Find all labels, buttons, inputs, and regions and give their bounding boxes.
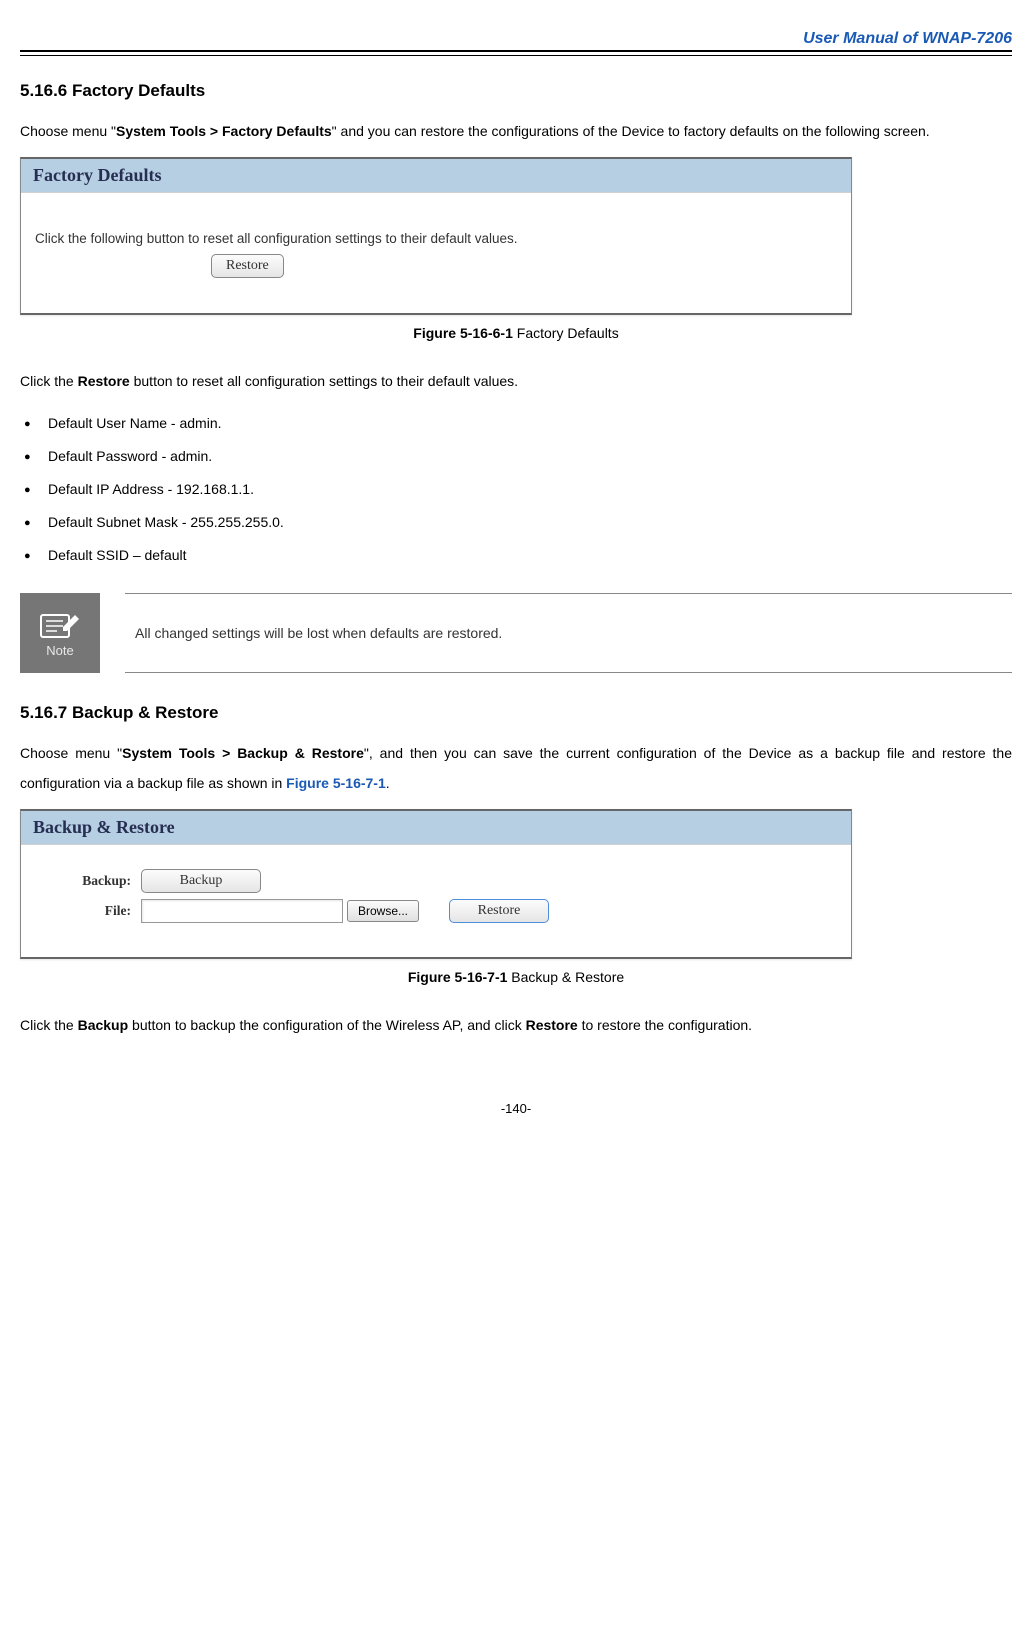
section-heading-factory-defaults: 5.16.6 Factory Defaults bbox=[20, 81, 1012, 101]
panel-title: Factory Defaults bbox=[21, 159, 851, 193]
figure-number: Figure 5-16-6-1 bbox=[413, 325, 513, 341]
defaults-list: Default User Name - admin. Default Passw… bbox=[20, 407, 1012, 573]
list-item: Default IP Address - 192.168.1.1. bbox=[20, 473, 1012, 506]
menu-path: System Tools > Factory Defaults bbox=[116, 123, 332, 139]
text: Click the bbox=[20, 373, 78, 389]
backup-row: Backup: Backup bbox=[31, 869, 841, 893]
backup-restore-panel: Backup & Restore Backup: Backup File: Br… bbox=[20, 809, 852, 959]
browse-button[interactable]: Browse... bbox=[347, 900, 419, 922]
header-divider bbox=[20, 50, 1012, 56]
section2-after: Click the Backup button to backup the co… bbox=[20, 1010, 1012, 1041]
figure-number: Figure 5-16-7-1 bbox=[408, 969, 508, 985]
text: Click the bbox=[20, 1017, 78, 1033]
figure-caption-2: Figure 5-16-7-1 Backup & Restore bbox=[20, 969, 1012, 985]
file-label: File: bbox=[31, 903, 141, 919]
text: Choose menu " bbox=[20, 123, 116, 139]
section-heading-backup-restore: 5.16.7 Backup & Restore bbox=[20, 703, 1012, 723]
restore-word: Restore bbox=[78, 373, 130, 389]
page-number: -140- bbox=[20, 1101, 1012, 1116]
text: " and you can restore the configurations… bbox=[332, 123, 930, 139]
manual-header-title: User Manual of WNAP-7206 bbox=[20, 30, 1012, 48]
figure-caption-1: Figure 5-16-6-1 Factory Defaults bbox=[20, 325, 1012, 341]
note-text: All changed settings will be lost when d… bbox=[125, 593, 1012, 673]
list-item: Default Subnet Mask - 255.255.255.0. bbox=[20, 506, 1012, 539]
list-item: Default Password - admin. bbox=[20, 440, 1012, 473]
note-block: Note All changed settings will be lost w… bbox=[20, 593, 1012, 673]
restore-button[interactable]: Restore bbox=[211, 254, 284, 278]
note-icon: Note bbox=[20, 593, 100, 673]
text: button to reset all configuration settin… bbox=[130, 373, 518, 389]
backup-label: Backup: bbox=[31, 873, 141, 889]
text: button to backup the configuration of th… bbox=[128, 1017, 525, 1033]
text: to restore the configuration. bbox=[578, 1017, 752, 1033]
backup-word: Backup bbox=[78, 1017, 129, 1033]
list-item: Default User Name - admin. bbox=[20, 407, 1012, 440]
file-input[interactable] bbox=[141, 899, 343, 923]
figure-title: Factory Defaults bbox=[513, 325, 619, 341]
figure-link[interactable]: Figure 5-16-7-1 bbox=[286, 775, 386, 791]
file-row: File: Browse... Restore bbox=[31, 899, 841, 923]
panel-title: Backup & Restore bbox=[21, 811, 851, 845]
backup-button[interactable]: Backup bbox=[141, 869, 261, 893]
text: Choose menu " bbox=[20, 745, 122, 761]
restore-word: Restore bbox=[526, 1017, 578, 1033]
restore-file-button[interactable]: Restore bbox=[449, 899, 549, 923]
menu-path: System Tools > Backup & Restore bbox=[122, 745, 364, 761]
section1-intro: Choose menu "System Tools > Factory Defa… bbox=[20, 116, 1012, 147]
text: . bbox=[386, 775, 390, 791]
figure-title: Backup & Restore bbox=[507, 969, 624, 985]
section2-intro: Choose menu "System Tools > Backup & Res… bbox=[20, 738, 1012, 800]
factory-defaults-panel: Factory Defaults Click the following but… bbox=[20, 157, 852, 315]
pencil-note-icon bbox=[39, 607, 81, 641]
note-label: Note bbox=[46, 643, 73, 658]
list-item: Default SSID – default bbox=[20, 539, 1012, 572]
panel-description: Click the following button to reset all … bbox=[35, 231, 841, 246]
section1-after: Click the Restore button to reset all co… bbox=[20, 366, 1012, 397]
